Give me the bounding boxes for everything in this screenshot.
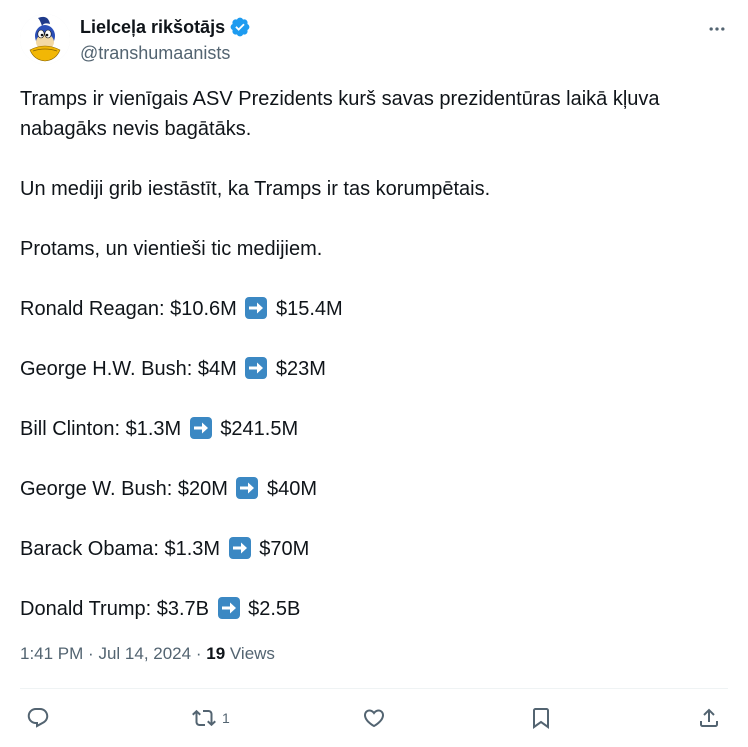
net-worth-after: $23M [275,358,326,380]
net-worth-after: $241.5M [220,418,299,440]
action-bar: 1 [20,702,728,734]
meta-separator: · [88,644,94,663]
share-button[interactable] [697,702,721,734]
verified-badge-icon[interactable] [229,16,251,38]
net-worth-before: Barack Obama: $1.3M [20,538,221,560]
right-arrow-emoji-icon [235,476,259,500]
views-label: Views [229,644,275,663]
tweet-paragraph: Un mediji grib iestāstīt, ka Tramps ir t… [20,178,491,200]
net-worth-line: George H.W. Bush: $4M $23M [20,354,726,384]
heart-icon [363,709,385,728]
tweet-paragraph: Tramps ir vienīgais ASV Prezidents kurš … [20,88,660,140]
net-worth-after: $2.5B [248,598,301,620]
net-worth-before: Bill Clinton: $1.3M [20,418,182,440]
right-arrow-emoji-icon [189,416,213,440]
author-display-name[interactable]: Lielceļa rikšotājs [80,16,225,38]
views-count: 19 [206,644,226,663]
more-horizontal-icon [709,27,725,31]
bookmark-button[interactable] [529,702,553,734]
tweet-meta: 1:41 PM · Jul 14, 2024 · 19 Views [20,642,275,666]
road-runner-avatar-icon [20,14,70,64]
reply-icon [27,708,49,728]
right-arrow-emoji-icon [228,536,252,560]
net-worth-after: $40M [267,478,318,500]
right-arrow-emoji-icon [244,356,268,380]
reply-button[interactable] [26,702,50,734]
retweet-count: 1 [222,710,230,726]
bookmark-icon [533,708,549,729]
avatar[interactable] [20,14,70,64]
net-worth-before: Donald Trump: $3.7B [20,598,209,620]
net-worth-before: George W. Bush: $20M [20,478,228,500]
tweet-paragraph: Protams, un vientieši tic medijiem. [20,238,323,260]
net-worth-line: Donald Trump: $3.7B $2.5B [20,594,726,624]
like-button[interactable] [362,702,386,734]
retweet-icon [192,709,216,727]
net-worth-line: Bill Clinton: $1.3M $241.5M [20,414,726,444]
right-arrow-emoji-icon [244,296,268,320]
author-name-row: Lielceļa rikšotājs [80,16,251,38]
net-worth-before: George H.W. Bush: $4M [20,358,237,380]
net-worth-line: Barack Obama: $1.3M $70M [20,534,726,564]
net-worth-before: Ronald Reagan: $10.6M [20,298,237,320]
author-handle[interactable]: @transhumaanists [80,42,230,64]
tweet-time[interactable]: 1:41 PM [20,644,83,663]
retweet-button[interactable]: 1 [192,702,230,734]
divider [20,688,728,689]
net-worth-after: $70M [259,538,310,560]
net-worth-after: $15.4M [275,298,343,320]
tweet-date[interactable]: Jul 14, 2024 [98,644,191,663]
net-worth-line: George W. Bush: $20M $40M [20,474,726,504]
meta-separator: · [195,644,202,663]
net-worth-line: Ronald Reagan: $10.6M $15.4M [20,294,726,324]
tweet-text: Tramps ir vienīgais ASV Prezidents kurš … [20,84,726,624]
right-arrow-emoji-icon [217,596,241,620]
share-icon [700,708,718,727]
more-options-button[interactable] [706,18,728,40]
